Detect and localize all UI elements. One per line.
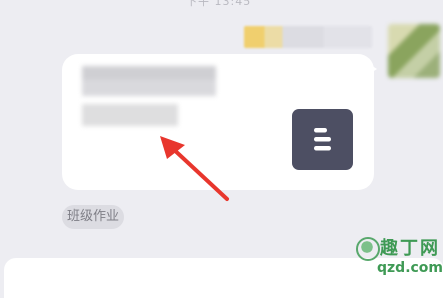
watermark-logo-icon: [356, 237, 380, 261]
message-timestamp: 下午 13:45: [186, 0, 252, 8]
watermark-text: 趣丁网: [380, 238, 440, 259]
document-icon[interactable]: [292, 109, 353, 170]
card-subtitle-blurred: [82, 104, 178, 126]
watermark-url: qzd.com: [377, 260, 443, 276]
bubble-tail: [366, 62, 377, 76]
card-title-blurred: [82, 66, 216, 96]
sender-name-blurred: [244, 26, 372, 48]
homework-tag[interactable]: 班级作业: [62, 205, 125, 229]
sender-avatar[interactable]: [388, 24, 440, 78]
